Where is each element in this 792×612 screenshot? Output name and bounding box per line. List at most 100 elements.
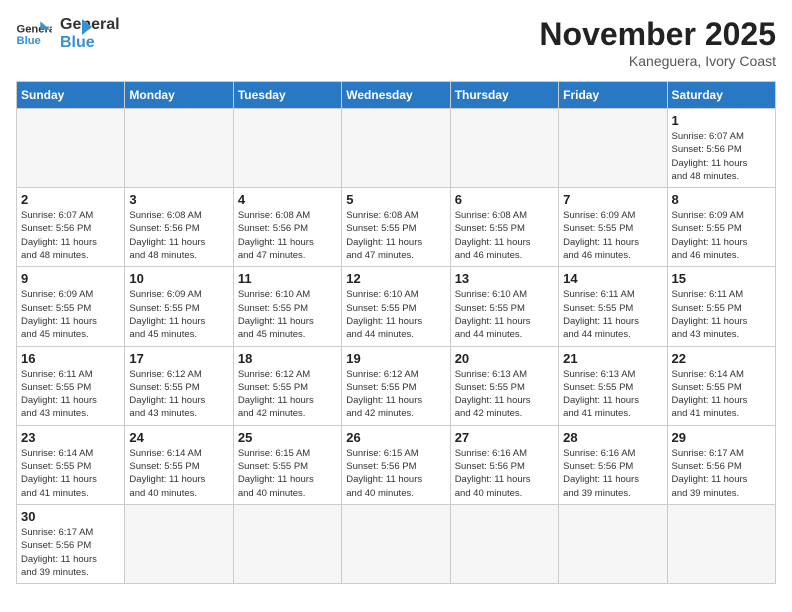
calendar-week-3: 9Sunrise: 6:09 AM Sunset: 5:55 PM Daylig… xyxy=(17,267,776,346)
calendar-day-cell: 18Sunrise: 6:12 AM Sunset: 5:55 PM Dayli… xyxy=(233,346,341,425)
calendar-day-cell: 22 Sunrise: 6:14 AM Sunset: 5:55 PM Dayli… xyxy=(667,346,775,425)
calendar-day-cell: 17 Sunrise: 6:12 AM Sunset: 5:55 PM Dayli… xyxy=(125,346,233,425)
day-number: 28 xyxy=(563,430,662,445)
calendar-day-cell: 6 Sunrise: 6:08 AM Sunset: 5:55 PM Daylig… xyxy=(450,188,558,267)
calendar-day-cell: 14 Sunrise: 6:11 AM Sunset: 5:55 PM Dayli… xyxy=(559,267,667,346)
calendar-day-cell xyxy=(559,504,667,583)
calendar-week-6: 30 Sunrise: 6:17 AM Sunset: 5:56 PM Dayli… xyxy=(17,504,776,583)
logo-icon: General Blue xyxy=(16,20,52,48)
day-info: Sunrise: 6:16 AM Sunset: 5:56 PM Dayligh… xyxy=(455,447,554,500)
calendar-day-cell: 4 Sunrise: 6:08 AM Sunset: 5:56 PM Daylig… xyxy=(233,188,341,267)
calendar-day-cell: 3 Sunrise: 6:08 AM Sunset: 5:56 PM Daylig… xyxy=(125,188,233,267)
location-subtitle: Kaneguera, Ivory Coast xyxy=(539,53,776,69)
calendar-day-cell: 12 Sunrise: 6:10 AM Sunset: 5:55 PM Dayli… xyxy=(342,267,450,346)
day-info: Sunrise: 6:07 AM Sunset: 5:56 PM Dayligh… xyxy=(21,209,120,262)
day-info: Sunrise: 6:12 AM Sunset: 5:55 PM Dayligh… xyxy=(238,368,337,421)
calendar-day-cell: 5 Sunrise: 6:08 AM Sunset: 5:55 PM Daylig… xyxy=(342,188,450,267)
calendar-week-1: 1 Sunrise: 6:07 AM Sunset: 5:56 PM Daylig… xyxy=(17,109,776,188)
calendar-day-cell xyxy=(667,504,775,583)
day-info: Sunrise: 6:11 AM Sunset: 5:55 PM Dayligh… xyxy=(21,368,120,421)
day-number: 9 xyxy=(21,271,120,286)
day-info: Sunrise: 6:09 AM Sunset: 5:55 PM Dayligh… xyxy=(672,209,771,262)
day-number: 3 xyxy=(129,192,228,207)
page-header: General Blue General Blue November 2025 … xyxy=(16,16,776,69)
weekday-header-friday: Friday xyxy=(559,82,667,109)
calendar-day-cell: 7Sunrise: 6:09 AM Sunset: 5:55 PM Daylig… xyxy=(559,188,667,267)
day-info: Sunrise: 6:15 AM Sunset: 5:55 PM Dayligh… xyxy=(238,447,337,500)
calendar-day-cell: 13 Sunrise: 6:10 AM Sunset: 5:55 PM Dayli… xyxy=(450,267,558,346)
day-info: Sunrise: 6:16 AM Sunset: 5:56 PM Dayligh… xyxy=(563,447,662,500)
day-number: 25 xyxy=(238,430,337,445)
day-number: 26 xyxy=(346,430,445,445)
weekday-header-row: SundayMondayTuesdayWednesdayThursdayFrid… xyxy=(17,82,776,109)
day-info: Sunrise: 6:10 AM Sunset: 5:55 PM Dayligh… xyxy=(346,288,445,341)
day-number: 27 xyxy=(455,430,554,445)
day-info: Sunrise: 6:08 AM Sunset: 5:56 PM Dayligh… xyxy=(129,209,228,262)
day-number: 24 xyxy=(129,430,228,445)
calendar-day-cell: 24 Sunrise: 6:14 AM Sunset: 5:55 PM Dayli… xyxy=(125,425,233,504)
day-number: 5 xyxy=(346,192,445,207)
day-info: Sunrise: 6:14 AM Sunset: 5:55 PM Dayligh… xyxy=(672,368,771,421)
day-info: Sunrise: 6:11 AM Sunset: 5:55 PM Dayligh… xyxy=(672,288,771,341)
day-number: 29 xyxy=(672,430,771,445)
calendar-day-cell: 15Sunrise: 6:11 AM Sunset: 5:55 PM Dayli… xyxy=(667,267,775,346)
day-info: Sunrise: 6:17 AM Sunset: 5:56 PM Dayligh… xyxy=(672,447,771,500)
day-number: 7 xyxy=(563,192,662,207)
svg-text:Blue: Blue xyxy=(17,34,41,46)
day-number: 12 xyxy=(346,271,445,286)
calendar-day-cell: 21Sunrise: 6:13 AM Sunset: 5:55 PM Dayli… xyxy=(559,346,667,425)
calendar-day-cell: 25 Sunrise: 6:15 AM Sunset: 5:55 PM Dayli… xyxy=(233,425,341,504)
calendar-day-cell xyxy=(125,504,233,583)
day-info: Sunrise: 6:12 AM Sunset: 5:55 PM Dayligh… xyxy=(346,368,445,421)
calendar-week-5: 23 Sunrise: 6:14 AM Sunset: 5:55 PM Dayli… xyxy=(17,425,776,504)
day-info: Sunrise: 6:07 AM Sunset: 5:56 PM Dayligh… xyxy=(672,130,771,183)
day-number: 20 xyxy=(455,351,554,366)
calendar-day-cell: 11Sunrise: 6:10 AM Sunset: 5:55 PM Dayli… xyxy=(233,267,341,346)
calendar-day-cell: 23 Sunrise: 6:14 AM Sunset: 5:55 PM Dayli… xyxy=(17,425,125,504)
day-number: 6 xyxy=(455,192,554,207)
weekday-header-sunday: Sunday xyxy=(17,82,125,109)
day-info: Sunrise: 6:14 AM Sunset: 5:55 PM Dayligh… xyxy=(129,447,228,500)
calendar-table: SundayMondayTuesdayWednesdayThursdayFrid… xyxy=(16,81,776,584)
logo-flag-icon xyxy=(64,15,94,45)
day-number: 8 xyxy=(672,192,771,207)
day-info: Sunrise: 6:11 AM Sunset: 5:55 PM Dayligh… xyxy=(563,288,662,341)
calendar-day-cell xyxy=(342,504,450,583)
day-number: 1 xyxy=(672,113,771,128)
calendar-day-cell: 19 Sunrise: 6:12 AM Sunset: 5:55 PM Dayli… xyxy=(342,346,450,425)
calendar-day-cell: 8 Sunrise: 6:09 AM Sunset: 5:55 PM Daylig… xyxy=(667,188,775,267)
day-info: Sunrise: 6:08 AM Sunset: 5:56 PM Dayligh… xyxy=(238,209,337,262)
calendar-day-cell: 27 Sunrise: 6:16 AM Sunset: 5:56 PM Dayli… xyxy=(450,425,558,504)
calendar-day-cell xyxy=(17,109,125,188)
day-number: 23 xyxy=(21,430,120,445)
day-info: Sunrise: 6:13 AM Sunset: 5:55 PM Dayligh… xyxy=(455,368,554,421)
calendar-day-cell: 20 Sunrise: 6:13 AM Sunset: 5:55 PM Dayli… xyxy=(450,346,558,425)
day-info: Sunrise: 6:12 AM Sunset: 5:55 PM Dayligh… xyxy=(129,368,228,421)
logo: General Blue General Blue xyxy=(16,16,94,51)
calendar-day-cell xyxy=(125,109,233,188)
day-info: Sunrise: 6:10 AM Sunset: 5:55 PM Dayligh… xyxy=(455,288,554,341)
day-number: 17 xyxy=(129,351,228,366)
calendar-day-cell: 10Sunrise: 6:09 AM Sunset: 5:55 PM Dayli… xyxy=(125,267,233,346)
day-info: Sunrise: 6:08 AM Sunset: 5:55 PM Dayligh… xyxy=(346,209,445,262)
day-number: 22 xyxy=(672,351,771,366)
calendar-day-cell: 2Sunrise: 6:07 AM Sunset: 5:56 PM Daylig… xyxy=(17,188,125,267)
day-number: 21 xyxy=(563,351,662,366)
day-number: 13 xyxy=(455,271,554,286)
day-info: Sunrise: 6:17 AM Sunset: 5:56 PM Dayligh… xyxy=(21,526,120,579)
calendar-day-cell: 28 Sunrise: 6:16 AM Sunset: 5:56 PM Dayli… xyxy=(559,425,667,504)
calendar-day-cell: 16Sunrise: 6:11 AM Sunset: 5:55 PM Dayli… xyxy=(17,346,125,425)
weekday-header-thursday: Thursday xyxy=(450,82,558,109)
day-number: 19 xyxy=(346,351,445,366)
day-info: Sunrise: 6:08 AM Sunset: 5:55 PM Dayligh… xyxy=(455,209,554,262)
day-info: Sunrise: 6:14 AM Sunset: 5:55 PM Dayligh… xyxy=(21,447,120,500)
calendar-day-cell xyxy=(233,109,341,188)
calendar-week-4: 16Sunrise: 6:11 AM Sunset: 5:55 PM Dayli… xyxy=(17,346,776,425)
day-number: 4 xyxy=(238,192,337,207)
calendar-day-cell xyxy=(342,109,450,188)
calendar-day-cell xyxy=(450,504,558,583)
day-number: 10 xyxy=(129,271,228,286)
day-number: 30 xyxy=(21,509,120,524)
calendar-day-cell: 1 Sunrise: 6:07 AM Sunset: 5:56 PM Daylig… xyxy=(667,109,775,188)
day-number: 14 xyxy=(563,271,662,286)
